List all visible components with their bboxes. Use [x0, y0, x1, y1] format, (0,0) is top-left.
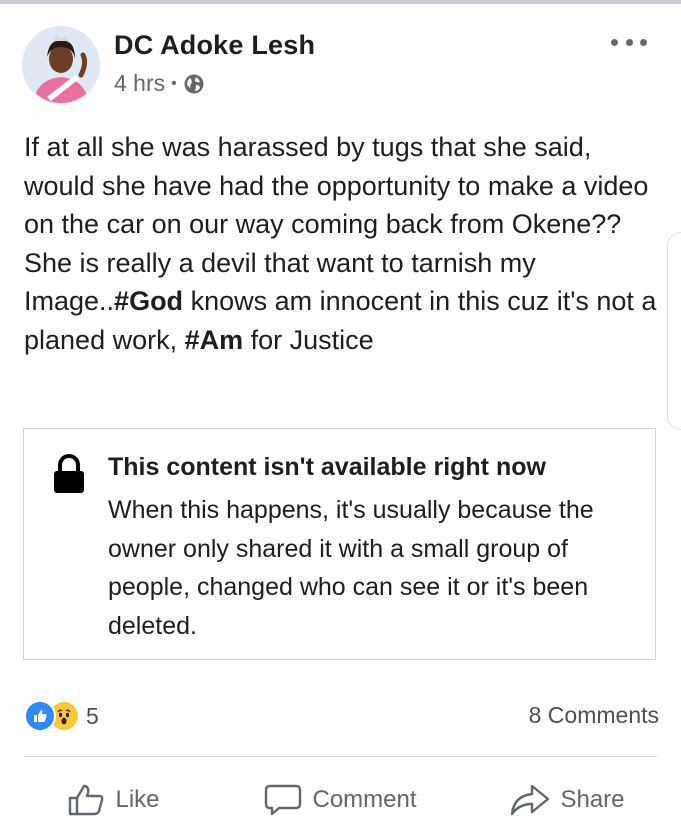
- unavailable-content-box: This content isn't available right now W…: [23, 428, 656, 660]
- unavailable-body: When this happens, it's usually because …: [108, 496, 594, 640]
- post-header: DC Adoke Lesh 4 hrs •: [22, 26, 681, 106]
- more-options-icon[interactable]: [611, 34, 647, 50]
- avatar[interactable]: [22, 26, 100, 104]
- comment-icon: [265, 784, 302, 816]
- reactions-summary[interactable]: 5: [24, 700, 99, 732]
- avatar-image: [23, 27, 99, 103]
- share-icon: [511, 784, 550, 816]
- share-label: Share: [560, 786, 625, 813]
- comment-button[interactable]: Comment: [227, 772, 454, 828]
- like-label: Like: [115, 786, 160, 813]
- side-scroll-handle[interactable]: [667, 232, 681, 430]
- unavailable-title: This content isn't available right now: [108, 453, 546, 481]
- like-reaction-icon: [24, 700, 56, 732]
- actions-divider: [24, 756, 657, 757]
- post-time[interactable]: 4 hrs: [114, 70, 165, 97]
- globe-icon: [183, 73, 205, 95]
- post-meta: 4 hrs •: [114, 70, 205, 97]
- like-icon: [69, 784, 104, 816]
- author-name[interactable]: DC Adoke Lesh: [114, 30, 315, 61]
- post-paragraph-1: If at all she was harassed by tugs that …: [24, 132, 649, 240]
- meta-separator: •: [171, 74, 177, 92]
- reaction-count: 5: [86, 702, 99, 729]
- comment-label: Comment: [312, 786, 417, 813]
- like-button[interactable]: Like: [0, 772, 227, 828]
- post-text: If at all she was harassed by tugs that …: [24, 128, 664, 360]
- action-bar: Like Comment Share: [0, 772, 681, 828]
- comments-count[interactable]: 8 Comments: [529, 702, 659, 729]
- hashtag-god[interactable]: #God: [114, 286, 183, 316]
- top-divider: [0, 0, 681, 4]
- share-button[interactable]: Share: [454, 772, 681, 828]
- hashtag-am[interactable]: #Am: [185, 325, 244, 355]
- lock-icon: [52, 453, 86, 500]
- post-paragraph-2: She is really a devil that want to tarni…: [24, 247, 657, 355]
